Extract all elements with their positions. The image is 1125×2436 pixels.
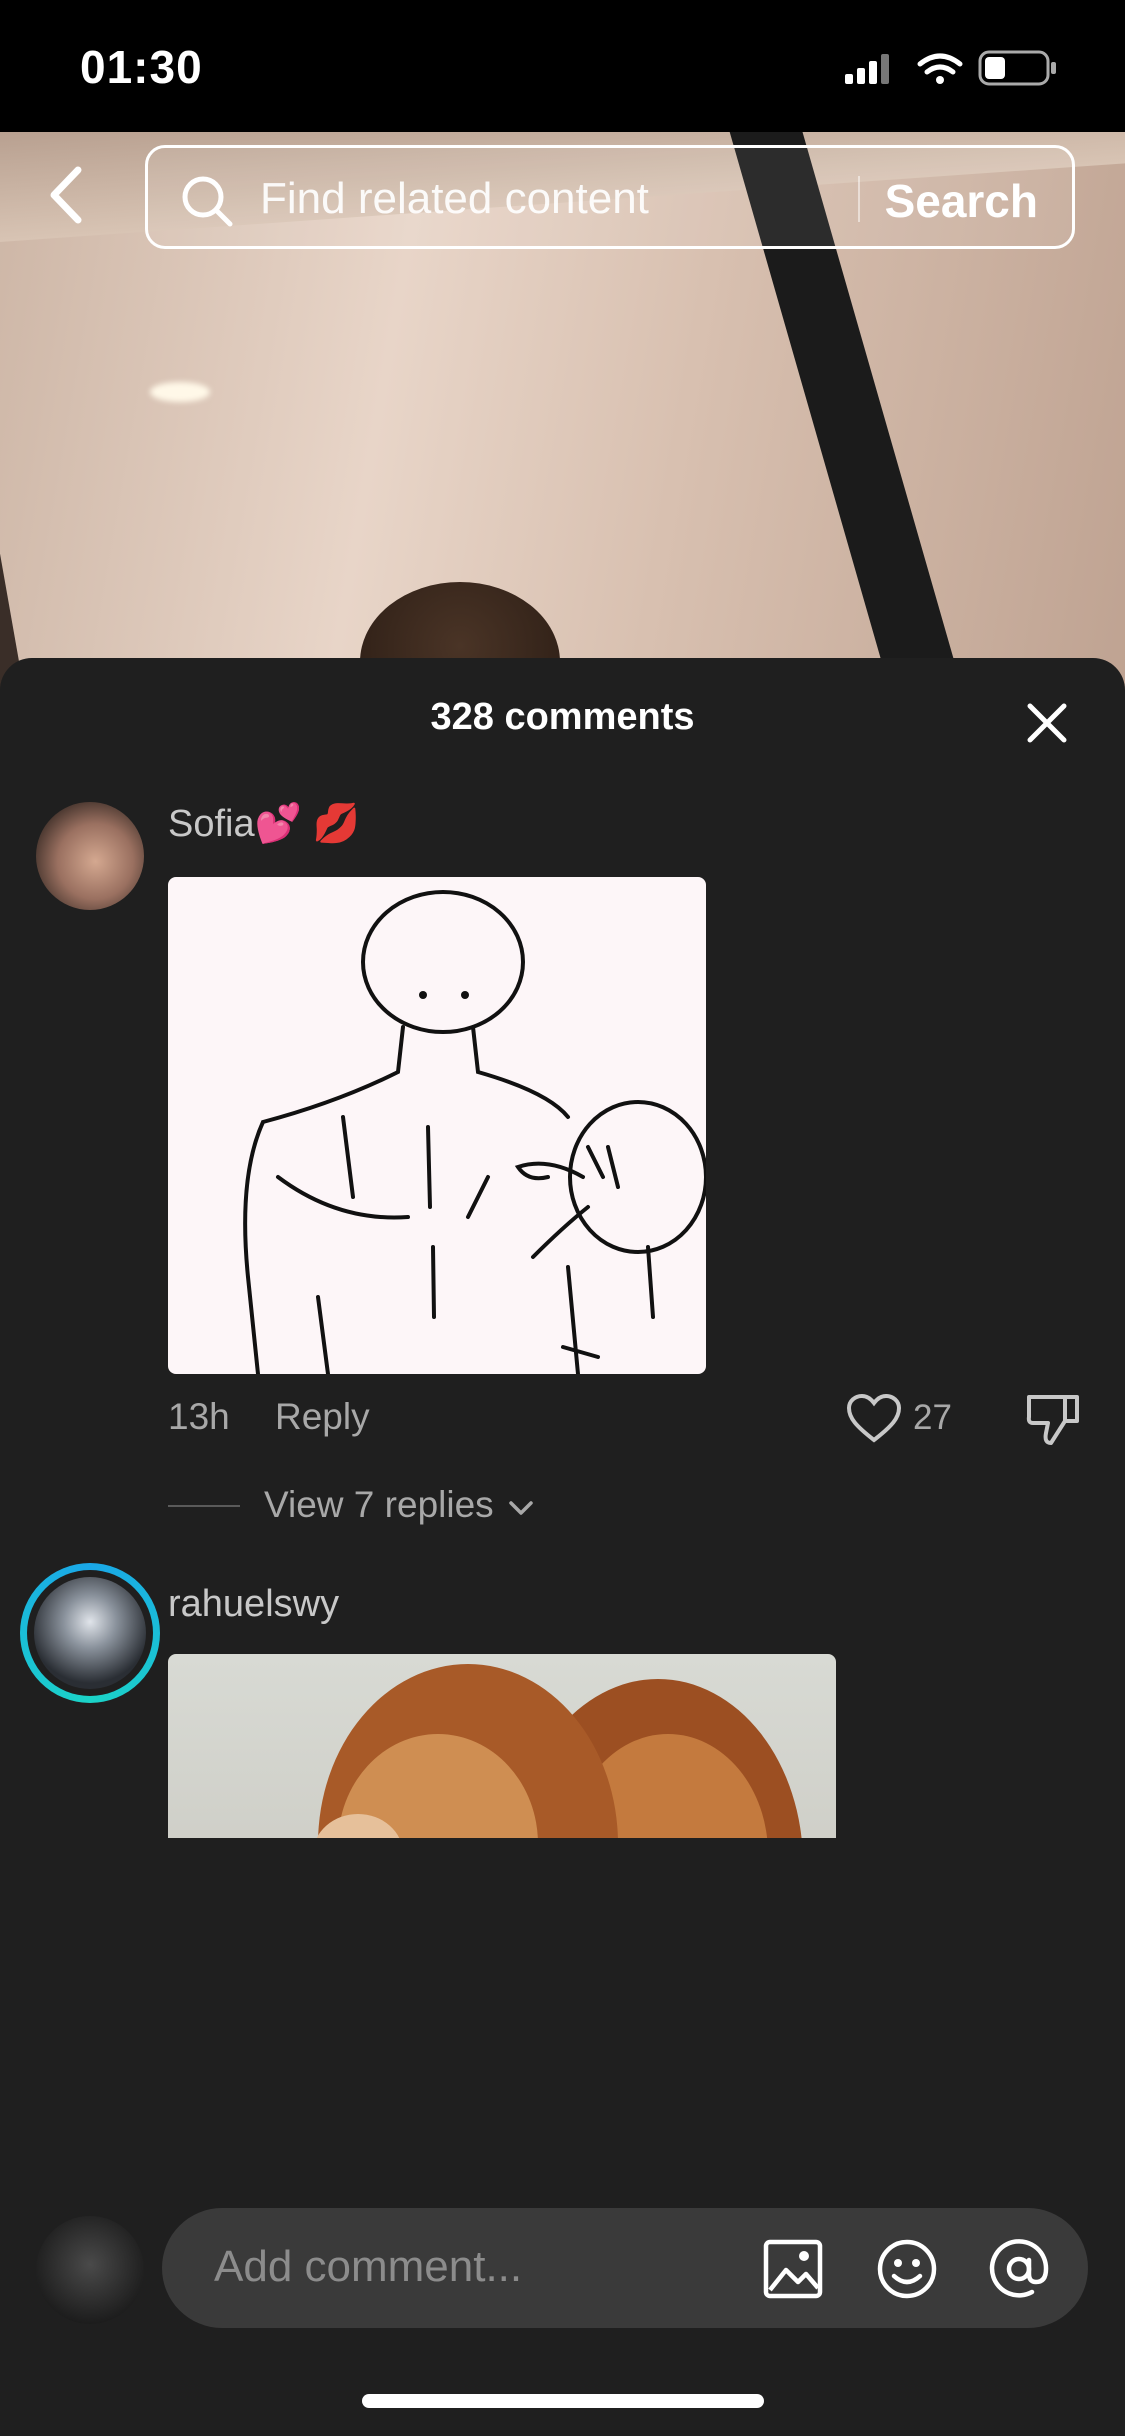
comment-username[interactable]: rahuelswy <box>168 1583 339 1626</box>
view-replies-label: View 7 replies <box>264 1484 494 1525</box>
comment-input[interactable]: Add comment... <box>162 2208 1088 2328</box>
comment-image-lions[interactable] <box>168 1654 836 1838</box>
thumbs-down-icon[interactable] <box>1025 1391 1081 1447</box>
ceiling-light <box>150 382 210 402</box>
status-icons <box>845 50 1056 86</box>
reply-button[interactable]: Reply <box>275 1396 370 1438</box>
search-divider <box>858 176 860 222</box>
status-time: 01:30 <box>80 41 203 93</box>
avatar[interactable] <box>36 802 144 910</box>
comment-input-placeholder: Add comment... <box>214 2242 523 2291</box>
cartoon-drawing <box>243 890 706 1374</box>
like-count: 27 <box>913 1398 952 1437</box>
search-icon <box>182 176 233 227</box>
search-bar[interactable]: Find related content Search <box>145 145 1075 249</box>
comment-image-sticker[interactable] <box>168 877 706 1374</box>
search-input[interactable]: Find related content <box>260 174 649 224</box>
view-replies-button[interactable]: View 7 replies <box>264 1484 534 1526</box>
status-bar: 01:30 <box>0 0 1125 132</box>
replies-divider <box>168 1505 240 1507</box>
lions-illustration <box>316 1664 802 1838</box>
comments-count-title: 328 comments <box>430 696 695 738</box>
chevron-down-icon <box>509 1501 533 1515</box>
my-avatar[interactable] <box>36 2216 144 2324</box>
image-icon[interactable] <box>762 2238 824 2300</box>
comment-username[interactable]: Sofia💕 💋 <box>168 802 360 846</box>
at-icon[interactable] <box>988 2238 1050 2300</box>
story-ring-avatar[interactable] <box>20 1563 160 1703</box>
search-button[interactable]: Search <box>885 174 1038 228</box>
emoji-icon[interactable] <box>876 2238 938 2300</box>
home-indicator <box>362 2394 764 2408</box>
heart-icon[interactable] <box>846 1394 902 1444</box>
comment-time: 13h <box>168 1396 230 1437</box>
comments-sheet: 328 comments Sofia💕 💋 13h Reply 27 View … <box>0 658 1125 2436</box>
comments-list[interactable]: Sofia💕 💋 13h Reply 27 View 7 replies rah… <box>0 778 1125 1838</box>
close-icon[interactable] <box>1022 698 1072 748</box>
back-chevron-left-icon[interactable] <box>40 160 90 230</box>
